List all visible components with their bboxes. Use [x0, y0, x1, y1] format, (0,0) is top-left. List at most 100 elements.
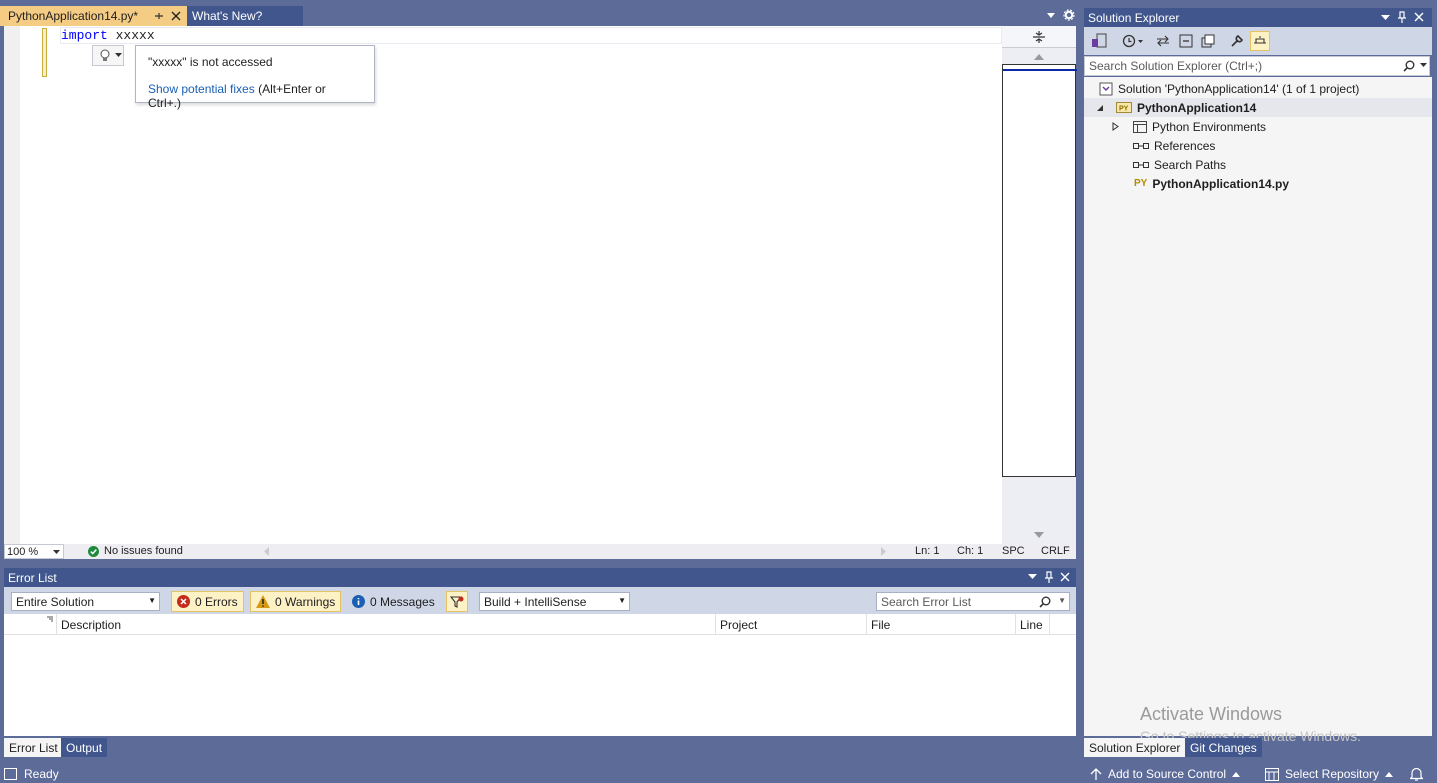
solution-explorer-title: Solution Explorer: [1088, 10, 1180, 25]
sync-icon[interactable]: [1154, 31, 1172, 51]
column-file[interactable]: File: [866, 614, 1016, 635]
tab-git-changes[interactable]: Git Changes: [1185, 738, 1262, 757]
map-viewport-marker: [1003, 69, 1077, 71]
tree-solution-node[interactable]: Solution 'PythonApplication14' (1 of 1 p…: [1084, 79, 1432, 98]
notification-square-icon: [4, 767, 18, 781]
scroll-down-arrow-icon[interactable]: [1034, 532, 1044, 538]
search-icon[interactable]: [1403, 60, 1415, 72]
column-line[interactable]: Line: [1015, 614, 1050, 635]
ready-text: Ready: [24, 767, 59, 781]
info-icon: [352, 595, 365, 608]
activation-watermark-title: Activate Windows: [1140, 704, 1283, 724]
bottom-panel-tabs: Error List Output: [4, 737, 1076, 757]
hscroll-left-icon[interactable]: [264, 547, 269, 556]
close-icon[interactable]: [1060, 572, 1070, 582]
filter-button[interactable]: [446, 591, 468, 612]
column-sort-icon[interactable]: [46, 616, 54, 624]
zoom-dropdown[interactable]: 100 %: [4, 544, 64, 559]
expanded-arrow-icon: [1096, 104, 1104, 112]
search-paths-icon: [1133, 161, 1149, 169]
environments-icon: [1133, 120, 1147, 133]
whitespace-indicator[interactable]: SPC: [1002, 545, 1025, 557]
source-dropdown[interactable]: Build + IntelliSense ▼: [479, 592, 630, 611]
gear-icon[interactable]: [1063, 9, 1075, 21]
document-tab-strip: PythonApplication14.py* What's New?: [0, 6, 1080, 26]
tree-label: PythonApplication14.py: [1152, 176, 1290, 191]
tab-output[interactable]: Output: [61, 738, 108, 757]
tree-label: Solution 'PythonApplication14' (1 of 1 p…: [1118, 81, 1360, 96]
quick-actions-button[interactable]: [92, 45, 124, 66]
tab-error-list[interactable]: Error List: [4, 738, 63, 757]
tree-label: References: [1154, 138, 1216, 153]
messages-count: 0 Messages: [370, 594, 435, 609]
scope-dropdown[interactable]: Entire Solution ▼: [11, 592, 160, 611]
code-editor[interactable]: import xxxxx "xxxxx" is not accessed Sho…: [4, 26, 1077, 544]
repository-label: Select Repository: [1285, 767, 1380, 781]
tree-references[interactable]: References: [1084, 136, 1432, 155]
tree-python-environments[interactable]: Python Environments: [1084, 117, 1432, 136]
tree-search-paths[interactable]: Search Paths: [1084, 155, 1432, 174]
pin-icon[interactable]: [152, 9, 166, 23]
scroll-up-arrow-icon[interactable]: [1034, 54, 1044, 60]
chevron-down-icon[interactable]: [1420, 63, 1427, 68]
column-indicator[interactable]: Ch: 1: [957, 545, 983, 557]
properties-icon[interactable]: [1227, 31, 1247, 51]
close-tab-icon[interactable]: [169, 9, 183, 23]
column-label: Description: [61, 617, 122, 632]
show-potential-fixes-link[interactable]: Show potential fixes: [148, 82, 255, 96]
history-icon[interactable]: [1120, 31, 1146, 51]
tab-overflow-icon[interactable]: [1046, 11, 1056, 19]
messages-filter-button[interactable]: 0 Messages: [347, 591, 440, 612]
warnings-filter-button[interactable]: 0 Warnings: [250, 591, 342, 612]
error-search-input[interactable]: Search Error List ▼: [876, 592, 1070, 611]
column-project[interactable]: Project: [715, 614, 866, 635]
solution-search-input[interactable]: Search Solution Explorer (Ctrl+;): [1084, 56, 1430, 76]
line-indicator[interactable]: Ln: 1: [915, 545, 939, 557]
switch-views-icon[interactable]: [1089, 31, 1109, 51]
chevron-down-icon: [53, 550, 60, 555]
line-ending-indicator[interactable]: CRLF: [1041, 545, 1070, 557]
select-repository-button[interactable]: Select Repository: [1265, 767, 1394, 781]
vertical-scrollbar[interactable]: [1002, 26, 1077, 544]
tree-project-node[interactable]: PY PythonApplication14: [1084, 98, 1432, 117]
tab-python-file[interactable]: PythonApplication14.py*: [0, 6, 187, 26]
editor-status-bar: 100 % No issues found Ln: 1 Ch: 1 SPC CR…: [4, 544, 1076, 559]
code-line-1[interactable]: import xxxxx: [60, 27, 1002, 44]
collapse-all-icon[interactable]: [1177, 31, 1195, 51]
zoom-value: 100 %: [7, 545, 39, 558]
lightbulb-icon: [99, 49, 111, 63]
pin-icon[interactable]: [1397, 11, 1407, 23]
preview-selected-items-icon[interactable]: [1250, 31, 1270, 51]
code-map[interactable]: [1002, 64, 1077, 477]
bell-icon[interactable]: [1410, 767, 1423, 781]
health-status[interactable]: No issues found: [104, 545, 183, 557]
hscroll-right-icon[interactable]: [881, 547, 886, 556]
search-icon[interactable]: [1039, 596, 1051, 608]
add-to-source-control-button[interactable]: Add to Source Control: [1090, 767, 1241, 781]
pin-icon[interactable]: [1044, 571, 1054, 583]
chevron-down-icon: ▼: [618, 596, 626, 605]
ready-status: Ready: [4, 767, 59, 781]
close-icon[interactable]: [1414, 12, 1424, 22]
split-icon: [1033, 30, 1045, 43]
show-all-files-icon[interactable]: [1199, 31, 1217, 51]
split-editor-button[interactable]: [1002, 26, 1076, 48]
warning-icon: [256, 595, 270, 608]
window-menu-icon[interactable]: [1381, 14, 1390, 21]
tab-whats-new[interactable]: What's New?: [187, 6, 303, 26]
status-bar: Ready Add to Source Control Select Repos…: [0, 765, 1437, 783]
tooltip-message: "xxxxx" is not accessed: [148, 55, 273, 69]
solution-search-placeholder: Search Solution Explorer (Ctrl+;): [1089, 59, 1263, 73]
errors-count: 0 Errors: [195, 594, 238, 609]
error-list-grid[interactable]: Description Project File Line: [4, 614, 1076, 736]
tab-solution-explorer[interactable]: Solution Explorer: [1084, 738, 1186, 757]
tree-label: PythonApplication14: [1137, 100, 1257, 115]
column-description[interactable]: Description: [56, 614, 717, 635]
filter-icon: [450, 595, 464, 609]
scope-value: Entire Solution: [16, 594, 95, 609]
window-menu-icon[interactable]: [1028, 573, 1037, 580]
errors-filter-button[interactable]: 0 Errors: [171, 591, 244, 612]
solution-tree[interactable]: Solution 'PythonApplication14' (1 of 1 p…: [1084, 77, 1432, 736]
chevron-down-icon[interactable]: ▼: [1058, 596, 1066, 605]
tree-python-file[interactable]: PY PythonApplication14.py: [1084, 174, 1432, 193]
